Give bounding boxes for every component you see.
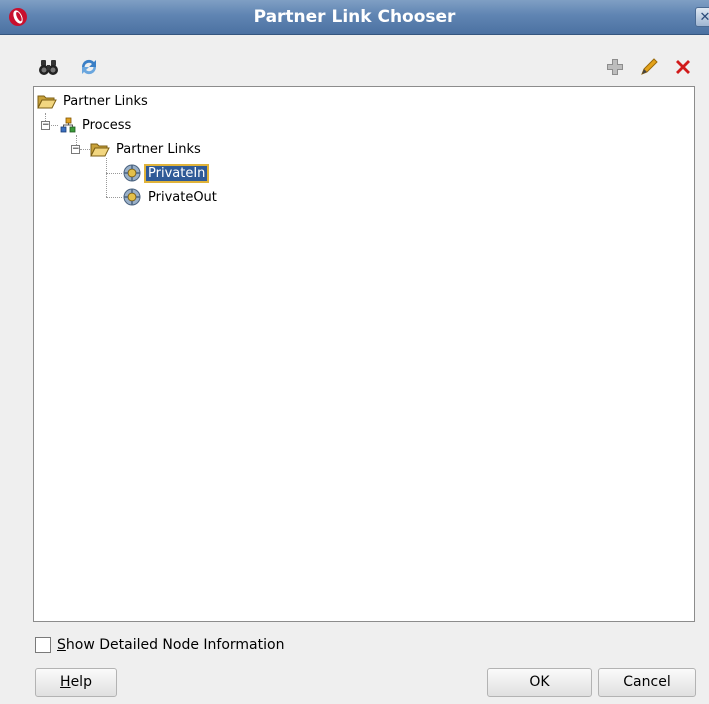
ok-button[interactable]: OK (487, 668, 592, 697)
tree-node-privatein[interactable]: PrivateIn (122, 163, 210, 183)
binoculars-icon[interactable] (38, 56, 60, 78)
tree-node-root[interactable]: Partner Links (37, 91, 148, 111)
collapse-toggle[interactable]: − (71, 145, 80, 154)
mnemonic-s: S (57, 637, 66, 653)
folder-open-icon (90, 143, 110, 157)
tree-node-label: PrivateIn (143, 163, 210, 183)
folder-open-icon (37, 95, 57, 109)
tree-connector (106, 197, 122, 198)
process-icon (60, 117, 76, 133)
tree-connector (106, 173, 122, 174)
delete-icon[interactable] (672, 56, 694, 78)
show-detailed-node-checkbox[interactable] (35, 637, 51, 653)
window-title: Partner Link Chooser (253, 7, 456, 27)
partner-link-icon (123, 188, 141, 206)
label-rest: how Detailed Node Information (65, 637, 285, 653)
tree-connector (106, 158, 107, 197)
show-detailed-node-label[interactable]: Show Detailed Node Information (57, 637, 284, 653)
tree-connector (49, 125, 58, 126)
tree-node-label: Partner Links (116, 141, 201, 157)
close-button[interactable]: ✕ (695, 7, 709, 27)
tree-node-partner-links[interactable]: Partner Links (90, 139, 201, 159)
tree-node-privateout[interactable]: PrivateOut (122, 187, 217, 207)
title-bar: Partner Link Chooser ✕ (0, 0, 709, 35)
tree-connector (80, 149, 90, 150)
partner-link-icon (123, 164, 141, 182)
partner-link-tree[interactable]: Partner Links − Process − Partner Links … (33, 86, 695, 622)
tree-node-label: Process (82, 117, 132, 133)
tree-node-label: Partner Links (63, 93, 148, 109)
add-icon[interactable] (604, 56, 626, 78)
collapse-toggle[interactable]: − (41, 121, 50, 130)
label-rest: elp (70, 674, 92, 690)
help-button[interactable]: Help (35, 668, 117, 697)
edit-icon[interactable] (638, 56, 660, 78)
mnemonic-h: H (60, 674, 71, 690)
tree-node-process[interactable]: Process (60, 115, 131, 135)
refresh-icon[interactable] (78, 56, 100, 78)
tree-node-label: PrivateOut (148, 189, 217, 205)
cancel-button[interactable]: Cancel (598, 668, 696, 697)
